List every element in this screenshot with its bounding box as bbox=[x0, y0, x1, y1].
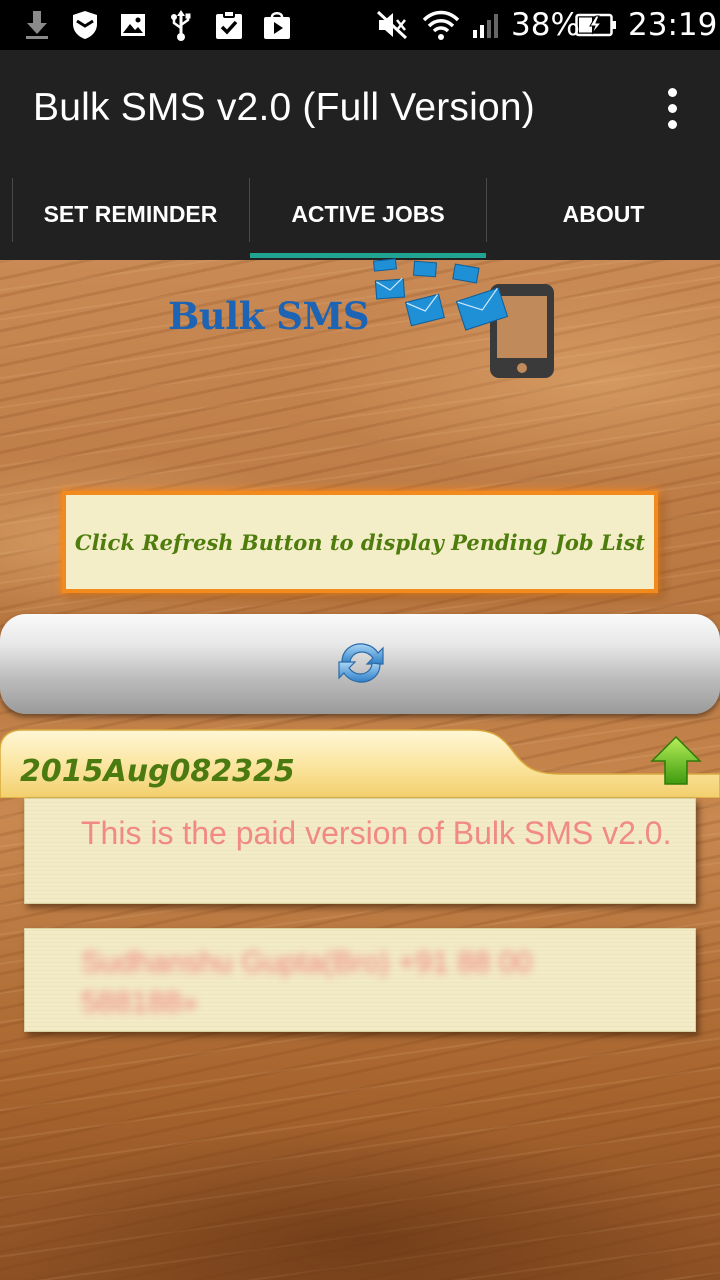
play-store-icon bbox=[260, 8, 294, 42]
job-recipients-note: Sudhanshu Gupta(Bro) +91 88 00 588188» bbox=[24, 928, 696, 1032]
usb-icon bbox=[166, 8, 196, 42]
tab-about[interactable]: ABOUT bbox=[487, 168, 720, 260]
logo-phone-envelopes-icon bbox=[372, 258, 554, 378]
logo-text: Bulk SMS bbox=[168, 294, 370, 338]
job-message-note: This is the paid version of Bulk SMS v2.… bbox=[24, 798, 696, 904]
tab-label: ACTIVE JOBS bbox=[291, 200, 445, 227]
tab-label: ABOUT bbox=[562, 200, 645, 227]
signal-icon bbox=[470, 8, 504, 42]
refresh-icon[interactable] bbox=[334, 636, 388, 690]
job-message: This is the paid version of Bulk SMS v2.… bbox=[81, 815, 672, 851]
up-arrow-icon[interactable] bbox=[650, 736, 702, 786]
job-recipients: Sudhanshu Gupta(Bro) +91 88 00 588188» bbox=[81, 946, 533, 1019]
tab-active-jobs[interactable]: ACTIVE JOBS bbox=[250, 168, 486, 260]
battery-percent: 38% bbox=[511, 7, 580, 43]
battery-icon bbox=[574, 8, 618, 42]
app-title: Bulk SMS v2.0 (Full Version) bbox=[33, 86, 535, 129]
shield-icon bbox=[70, 8, 100, 42]
action-bar: Bulk SMS v2.0 (Full Version) bbox=[0, 50, 720, 168]
tab-bar: SET REMINDER ACTIVE JOBS ABOUT bbox=[0, 168, 720, 260]
mute-icon bbox=[374, 8, 410, 42]
tab-set-reminder[interactable]: SET REMINDER bbox=[12, 168, 249, 260]
job-id: 2015Aug082325 bbox=[20, 754, 295, 789]
clock: 23:19 bbox=[628, 7, 718, 43]
info-box: Click Refresh Button to display Pending … bbox=[62, 491, 658, 593]
overflow-menu-icon[interactable] bbox=[652, 78, 692, 138]
wifi-icon bbox=[420, 8, 462, 42]
info-text: Click Refresh Button to display Pending … bbox=[74, 529, 646, 555]
download-icon bbox=[22, 8, 52, 42]
tab-label: SET REMINDER bbox=[43, 200, 218, 227]
status-bar: 38% 23:19 bbox=[0, 0, 720, 50]
image-icon bbox=[118, 8, 148, 42]
clipboard-check-icon bbox=[212, 8, 246, 42]
